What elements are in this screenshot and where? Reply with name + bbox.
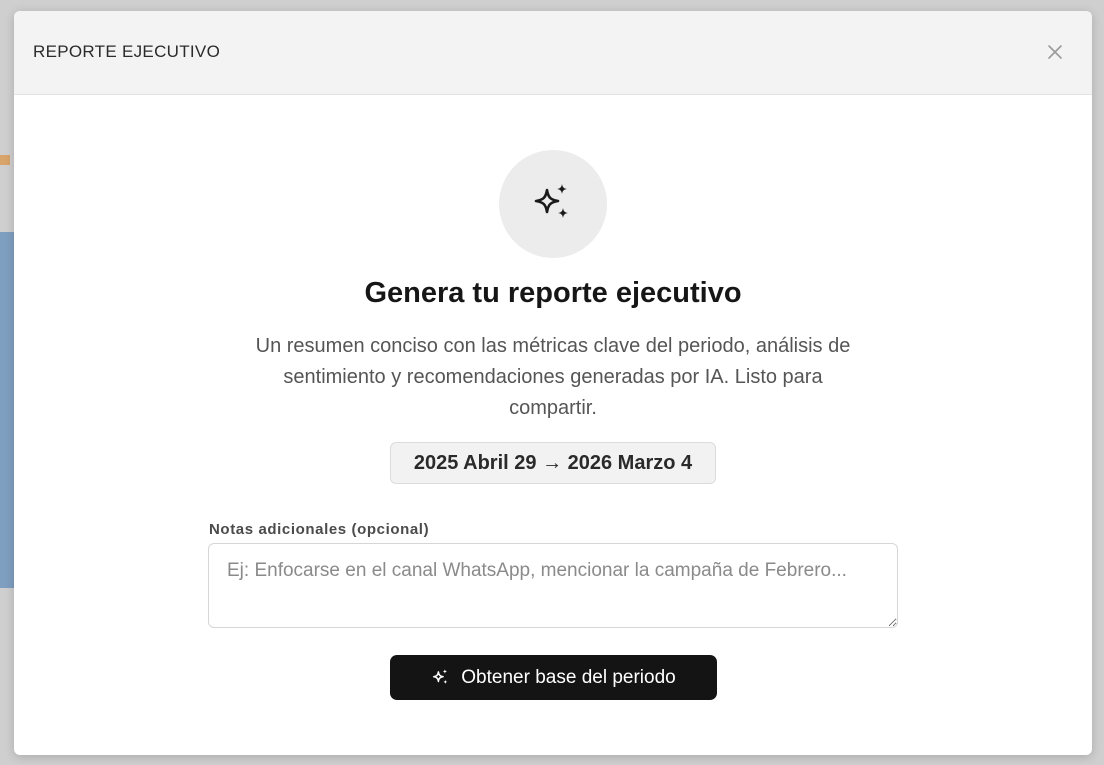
description-text: Un resumen conciso con las métricas clav… — [255, 335, 851, 419]
get-period-base-label: Obtener base del periodo — [461, 666, 676, 688]
modal-header: REPORTE EJECUTIVO — [14, 11, 1092, 95]
hero-icon-circle — [499, 150, 607, 258]
get-period-base-button[interactable]: Obtener base del periodo — [390, 655, 717, 700]
close-button[interactable] — [1044, 41, 1066, 63]
executive-report-modal: REPORTE EJECUTIVO Genera tu reporte ejec… — [14, 11, 1092, 755]
backdrop-panel — [0, 232, 14, 588]
close-icon — [1048, 45, 1062, 59]
backdrop-marker — [0, 155, 10, 165]
notes-label: Notas adicionales (opcional) — [209, 521, 430, 538]
notes-textarea[interactable] — [208, 543, 898, 628]
modal-title: REPORTE EJECUTIVO — [33, 42, 221, 61]
sparkles-icon — [433, 668, 448, 684]
period-range-badge: 2025 Abril 29 → 2026 Marzo 4 — [390, 442, 716, 484]
page-heading: Genera tu reporte ejecutivo — [364, 277, 742, 309]
sparkles-icon — [534, 184, 568, 218]
